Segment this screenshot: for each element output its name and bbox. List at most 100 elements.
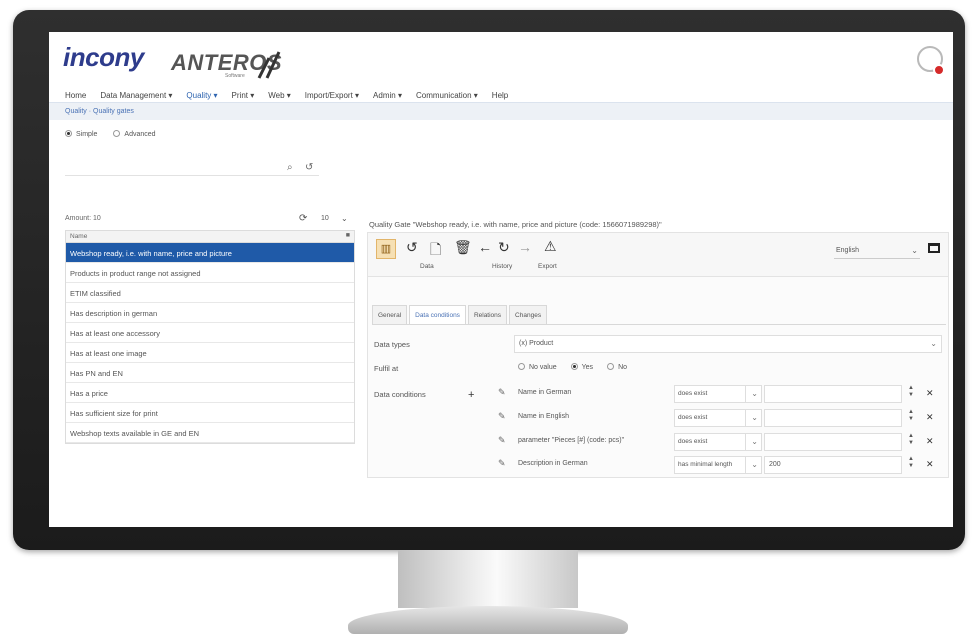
tab-data-conditions[interactable]: Data conditions [409,305,466,325]
tab-relations[interactable]: Relations [467,305,508,325]
remove-condition-icon[interactable]: ✕ [926,459,934,470]
undo-icon[interactable]: ↺ [406,239,418,256]
refresh-icon[interactable]: ⟳ [299,213,307,224]
condition-operator-select[interactable]: does exist ⌄ [674,433,762,451]
amount-label: Amount: 10 [65,215,101,222]
data-types-label: Data types [374,340,410,349]
list-item[interactable]: Has sufficient size for print [66,403,354,423]
radio-unselected-icon [607,363,615,370]
reorder-icon[interactable]: ▲ ▼ [908,409,914,423]
list-item[interactable]: Has at least one accessory [66,323,354,343]
condition-row: ✎ Name in English does exist ⌄ ▲ ▼ ✕ [368,407,948,431]
chevron-down-icon: ⌄ [751,413,758,422]
reorder-icon[interactable]: ▲ ▼ [908,433,914,447]
nav-web[interactable]: Web ▾ [268,91,291,100]
tabs-divider [372,324,946,325]
list-item[interactable]: Products in product range not assigned [66,263,354,283]
column-filter-icon[interactable]: ■ [346,232,350,239]
tab-general[interactable]: General [372,305,408,325]
language-select[interactable]: English ⌄ [834,243,920,259]
search-icon[interactable]: ⌕ [287,162,293,173]
list-header: Amount: 10 ⟳ 10 ⌄ [65,213,355,227]
list-item[interactable]: Has a price [66,383,354,403]
condition-value-input[interactable]: 200 [764,456,902,474]
chevron-down-icon: ⌄ [751,389,758,398]
page-size-select[interactable]: 10 [321,215,329,222]
condition-value-input[interactable] [764,433,902,451]
radio-selected-icon [570,363,578,370]
condition-operator-select[interactable]: does exist ⌄ [674,409,762,427]
simple-search-radio[interactable]: Simple [65,130,97,138]
nav-admin[interactable]: Admin ▾ [373,91,402,100]
list-item[interactable]: Has description in german [66,303,354,323]
forward-icon[interactable]: → [518,239,532,255]
chevron-down-icon: ⌄ [911,246,918,255]
edit-pencil-icon[interactable]: ✎ [498,411,506,422]
condition-operator-select[interactable]: does exist ⌄ [674,385,762,403]
reset-icon[interactable]: ↺ [305,162,313,173]
anteros-slash-icon [257,51,281,79]
radio-selected-icon [65,130,72,137]
list-column-header[interactable]: Name ■ [66,231,354,243]
fulfil-option-no-value[interactable]: No value [518,363,557,371]
nav-print[interactable]: Print ▾ [232,91,255,100]
nav-quality[interactable]: Quality ▾ [186,91,217,100]
remove-condition-icon[interactable]: ✕ [926,436,934,447]
quality-gate-list: Name ■ Webshop ready, i.e. with name, pr… [65,230,355,444]
list-item[interactable]: Webshop texts available in GE and EN [66,423,354,443]
data-types-select[interactable]: (x) Product ⌄ [514,335,942,353]
nav-import-export[interactable]: Import/Export ▾ [305,91,359,100]
fulfil-option-no[interactable]: No [607,363,627,371]
detail-title: Quality Gate "Webshop ready, i.e. with n… [369,220,662,229]
condition-row: ✎ parameter "Pieces [#] (code: pcs)" doe… [368,431,948,455]
notification-badge[interactable] [933,64,945,76]
new-document-icon[interactable]: 🗋 [430,239,441,263]
incony-logo: incony [63,42,144,72]
list-item[interactable]: Webshop ready, i.e. with name, price and… [66,243,354,263]
nav-communication[interactable]: Communication ▾ [416,91,478,100]
radio-unselected-icon [113,130,121,137]
condition-row: ✎ Name in German does exist ⌄ ▲ ▼ ✕ [368,383,948,407]
detail-panel: ▥ ↺ 🗋 🗑 Data ← ↻ → History ⚠ Export Engl… [367,232,949,462]
monitor-stand [348,606,628,634]
anteros-logo-subtitle: Software [225,73,245,79]
fulfil-option-yes[interactable]: Yes [570,363,593,371]
export-icon[interactable]: ⚠ [544,238,557,255]
nav-data-management[interactable]: Data Management ▾ [100,91,172,100]
condition-value-input[interactable] [764,409,902,427]
remove-condition-icon[interactable]: ✕ [926,388,934,399]
history-group-label: History [492,263,513,270]
list-item[interactable]: Has at least one image [66,343,354,363]
condition-row: ✎ Description in German has minimal leng… [367,454,949,478]
chevron-down-icon[interactable]: ⌄ [341,214,348,223]
edit-pencil-icon[interactable]: ✎ [498,435,506,446]
breadcrumb[interactable]: Quality · Quality gates [49,102,953,120]
reorder-icon[interactable]: ▲ ▼ [908,385,914,399]
monitor-neck [398,550,578,608]
fulfil-label: Fulfil at [374,364,399,373]
advanced-search-radio[interactable]: Advanced [113,130,156,138]
back-icon[interactable]: ← [478,239,492,255]
search-input[interactable]: ⌕ ↺ [65,160,319,176]
list-item[interactable]: ETIM classified [66,283,354,303]
condition-name: Name in German [518,389,572,396]
condition-operator-select[interactable]: has minimal length ⌄ [674,456,762,474]
edit-pencil-icon[interactable]: ✎ [498,387,506,398]
list-item[interactable]: Has PN and EN [66,363,354,383]
edit-pencil-icon[interactable]: ✎ [498,458,506,469]
condition-name: Description in German [518,460,588,467]
search-mode-toggle: Simple Advanced [65,130,156,138]
data-group-label: Data [420,263,434,270]
edit-icon[interactable]: ▥ [376,239,396,259]
chevron-down-icon: ⌄ [930,339,937,348]
condition-value-input[interactable] [764,385,902,403]
nav-help[interactable]: Help [492,91,508,100]
nav-home[interactable]: Home [65,91,86,100]
reorder-icon[interactable]: ▲ ▼ [908,456,914,470]
delete-icon[interactable]: 🗑 [454,239,472,256]
chevron-down-icon: ⌄ [751,437,758,446]
tab-changes[interactable]: Changes [509,305,548,325]
window-maximize-icon[interactable] [928,243,940,253]
history-icon[interactable]: ↻ [498,239,510,256]
remove-condition-icon[interactable]: ✕ [926,412,934,423]
